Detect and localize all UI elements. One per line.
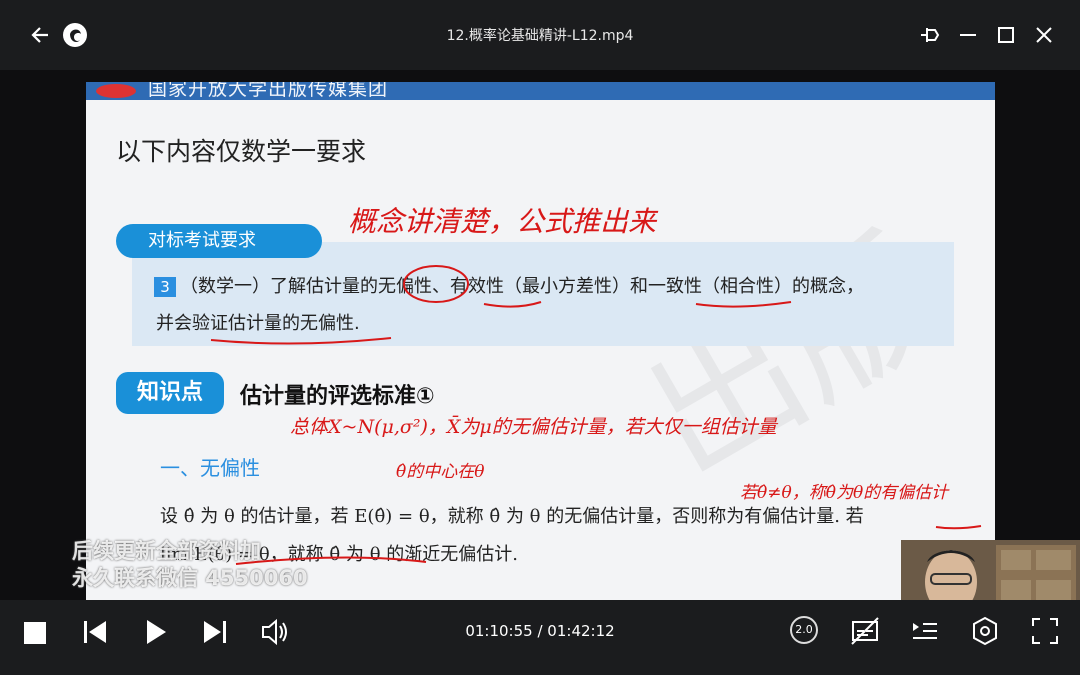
watermark-line-2: 永久联系微信 4550060 (72, 566, 308, 590)
minimize-icon[interactable] (955, 22, 981, 48)
title-bar: 12.概率论基础精讲-L12.mp4 (0, 0, 1080, 70)
current-time: 01:10:55 (465, 622, 533, 640)
video-frame[interactable]: 国家开放大学出版传媒集团 出版 以下内容仅数学一要求 3 （数学一）了解估计量的… (0, 70, 1080, 640)
speed-button[interactable]: 2.0 (790, 616, 818, 644)
fullscreen-icon[interactable] (1028, 614, 1062, 648)
total-time: 01:42:12 (547, 622, 615, 640)
time-display: 01:10:55 / 01:42:12 (440, 622, 640, 640)
watermark-line-1: 后续更新全部资料加 (72, 539, 261, 563)
settings-icon[interactable] (968, 614, 1002, 648)
close-icon[interactable] (1031, 22, 1057, 48)
volume-icon[interactable] (258, 614, 292, 648)
previous-icon[interactable] (78, 614, 112, 648)
time-separator: / (532, 622, 548, 640)
next-icon[interactable] (198, 614, 232, 648)
player-controls: 01:10:55 / 01:42:12 2.0 (0, 600, 1080, 675)
subtitle-icon[interactable] (848, 614, 882, 648)
pin-icon[interactable] (917, 22, 943, 48)
maximize-icon[interactable] (993, 22, 1019, 48)
wechat-watermark: 后续更新全部资料加 永久联系微信 4550060 (72, 538, 308, 592)
play-icon[interactable] (138, 614, 172, 648)
playlist-icon[interactable] (908, 614, 942, 648)
stop-icon[interactable] (18, 614, 52, 648)
